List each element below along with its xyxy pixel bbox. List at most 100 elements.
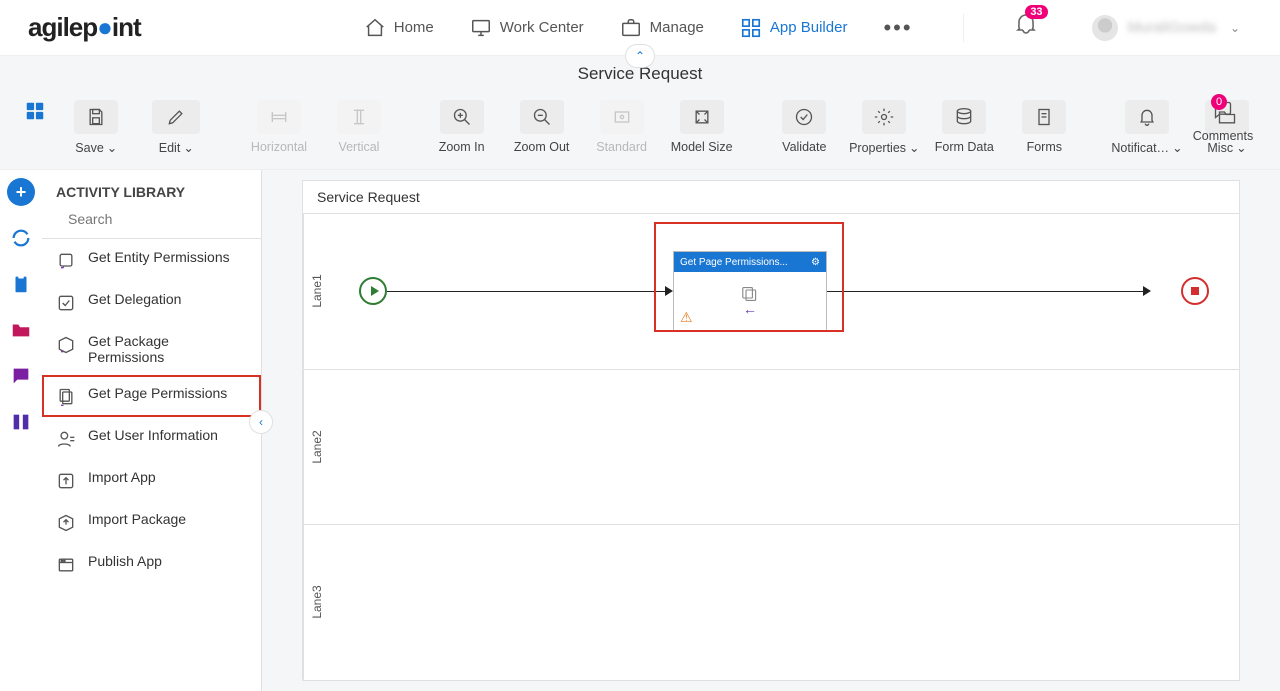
- list-item-label: Publish App: [88, 553, 162, 569]
- vertical-button[interactable]: Vertical: [324, 100, 394, 154]
- model-size-button[interactable]: Model Size: [667, 100, 737, 154]
- bell-outline-icon: [1137, 107, 1157, 127]
- list-item-label: Get Page Permissions: [88, 385, 227, 401]
- rail-chat-icon[interactable]: [7, 362, 35, 390]
- swimlanes: Lane1 Get Page Permissions... ⚙ ⚠: [303, 214, 1239, 680]
- comments-badge: 0: [1211, 94, 1227, 110]
- user-menu[interactable]: MuraliGowda ⌄: [1092, 15, 1240, 41]
- forms-button[interactable]: Forms: [1009, 100, 1079, 154]
- left-rail: +: [0, 170, 42, 691]
- nav-divider: [963, 14, 964, 42]
- forms-label: Forms: [1027, 140, 1062, 154]
- database-icon: [954, 107, 974, 127]
- standard-label: Standard: [596, 140, 647, 154]
- horizontal-button[interactable]: Horizontal: [244, 100, 314, 154]
- zoom-out-button[interactable]: Zoom Out: [507, 100, 577, 154]
- activity-library-panel: ACTIVITY LIBRARY Get Entity Permissions …: [42, 170, 262, 691]
- lane-3[interactable]: Lane3: [303, 525, 1239, 680]
- edit-button[interactable]: Edit⌄: [141, 100, 211, 155]
- search-input[interactable]: [66, 210, 251, 228]
- save-button[interactable]: Save⌄: [61, 100, 131, 155]
- zoom-in-button[interactable]: Zoom In: [427, 100, 497, 154]
- notifications-button[interactable]: 33: [1014, 13, 1038, 42]
- add-button[interactable]: +: [7, 178, 35, 206]
- standard-zoom-button[interactable]: Standard: [587, 100, 657, 154]
- library-item-get-entity-permissions[interactable]: Get Entity Permissions: [42, 239, 261, 281]
- nav-manage[interactable]: Manage: [620, 17, 704, 39]
- nav-manage-label: Manage: [650, 19, 704, 36]
- nav-work-center[interactable]: Work Center: [470, 17, 584, 39]
- briefcase-icon: [620, 17, 642, 39]
- library-item-get-delegation[interactable]: Get Delegation: [42, 281, 261, 323]
- zoom-out-icon: [532, 107, 552, 127]
- nav-work-center-label: Work Center: [500, 19, 584, 36]
- gear-icon[interactable]: ⚙: [811, 257, 820, 268]
- library-item-get-package-permissions[interactable]: Get Package Permissions: [42, 323, 261, 375]
- avatar-icon: [1092, 15, 1118, 41]
- lane-label: Lane3: [303, 525, 329, 680]
- edge: [387, 291, 669, 292]
- properties-button[interactable]: Properties⌄: [849, 100, 919, 155]
- library-list: Get Entity Permissions Get Delegation Ge…: [42, 239, 261, 691]
- activity-header[interactable]: Get Page Permissions... ⚙: [674, 252, 826, 272]
- forms-icon: [1034, 107, 1054, 127]
- collapse-library-button[interactable]: ‹: [249, 410, 273, 434]
- nav-app-builder[interactable]: App Builder: [740, 17, 848, 39]
- activity-type-icon: ←: [735, 286, 765, 316]
- end-node[interactable]: [1181, 277, 1209, 305]
- horizontal-label: Horizontal: [251, 140, 307, 154]
- primary-nav: Home Work Center Manage App Builder ••• …: [364, 13, 1240, 42]
- activity-get-page-permissions[interactable]: Get Page Permissions... ⚙ ⚠ ←: [673, 251, 827, 331]
- lane-body[interactable]: [329, 370, 1239, 525]
- start-node[interactable]: [359, 277, 387, 305]
- entity-icon: [56, 251, 76, 271]
- validate-icon: [794, 107, 814, 127]
- user-name-label: MuraliGowda: [1128, 19, 1216, 36]
- save-icon: [86, 107, 106, 127]
- process-canvas[interactable]: Service Request Lane1 Get Page Permissio…: [302, 180, 1240, 681]
- list-item-label: Get Entity Permissions: [88, 249, 230, 265]
- chevron-down-icon: ⌄: [1230, 21, 1240, 35]
- nav-home[interactable]: Home: [364, 17, 434, 39]
- rail-loop-icon[interactable]: [7, 224, 35, 252]
- apps-view-icon[interactable]: [24, 100, 46, 127]
- fit-standard-icon: [612, 107, 632, 127]
- list-item-label: Import App: [88, 469, 156, 485]
- gear-icon: [874, 107, 894, 127]
- monitor-icon: [470, 17, 492, 39]
- list-item-label: Get User Information: [88, 427, 218, 443]
- library-search[interactable]: [42, 210, 261, 239]
- notifications-label: Notificat…: [1111, 141, 1169, 155]
- form-data-label: Form Data: [935, 140, 994, 154]
- package-icon: [56, 335, 76, 355]
- properties-label: Properties: [849, 141, 906, 155]
- comments-button[interactable]: 0 Comments: [1188, 100, 1258, 143]
- library-item-get-page-permissions[interactable]: Get Page Permissions: [42, 375, 261, 417]
- form-data-button[interactable]: Form Data: [929, 100, 999, 154]
- user-info-icon: [56, 429, 76, 449]
- lane-body[interactable]: Get Page Permissions... ⚙ ⚠ ←: [329, 214, 1239, 369]
- warning-icon: ⚠: [680, 309, 693, 326]
- page-perm-icon: [56, 387, 76, 407]
- rail-clipboard-icon[interactable]: [7, 270, 35, 298]
- validate-label: Validate: [782, 140, 826, 154]
- library-item-publish-app[interactable]: Publish App: [42, 543, 261, 585]
- activity-body: ⚠ ←: [674, 272, 826, 330]
- library-item-import-package[interactable]: Import Package: [42, 501, 261, 543]
- validate-button[interactable]: Validate: [769, 100, 839, 154]
- nav-more-icon[interactable]: •••: [883, 15, 912, 41]
- library-item-get-user-information[interactable]: Get User Information: [42, 417, 261, 459]
- zoom-in-label: Zoom In: [439, 140, 485, 154]
- rail-columns-icon[interactable]: [7, 408, 35, 436]
- align-vertical-icon: [349, 107, 369, 127]
- lane-1[interactable]: Lane1 Get Page Permissions... ⚙ ⚠: [303, 214, 1239, 370]
- library-item-import-app[interactable]: Import App: [42, 459, 261, 501]
- lane-body[interactable]: [329, 525, 1239, 680]
- rail-folder-icon[interactable]: [7, 316, 35, 344]
- notifications-tool-button[interactable]: Notificat…⌄: [1112, 100, 1182, 155]
- collapse-toolbar-button[interactable]: ⌃: [625, 44, 655, 68]
- list-item-label: Get Package Permissions: [88, 333, 247, 365]
- brand-logo: agilep●int: [28, 12, 141, 43]
- chevron-down-icon: ⌄: [1172, 140, 1182, 155]
- lane-2[interactable]: Lane2: [303, 370, 1239, 526]
